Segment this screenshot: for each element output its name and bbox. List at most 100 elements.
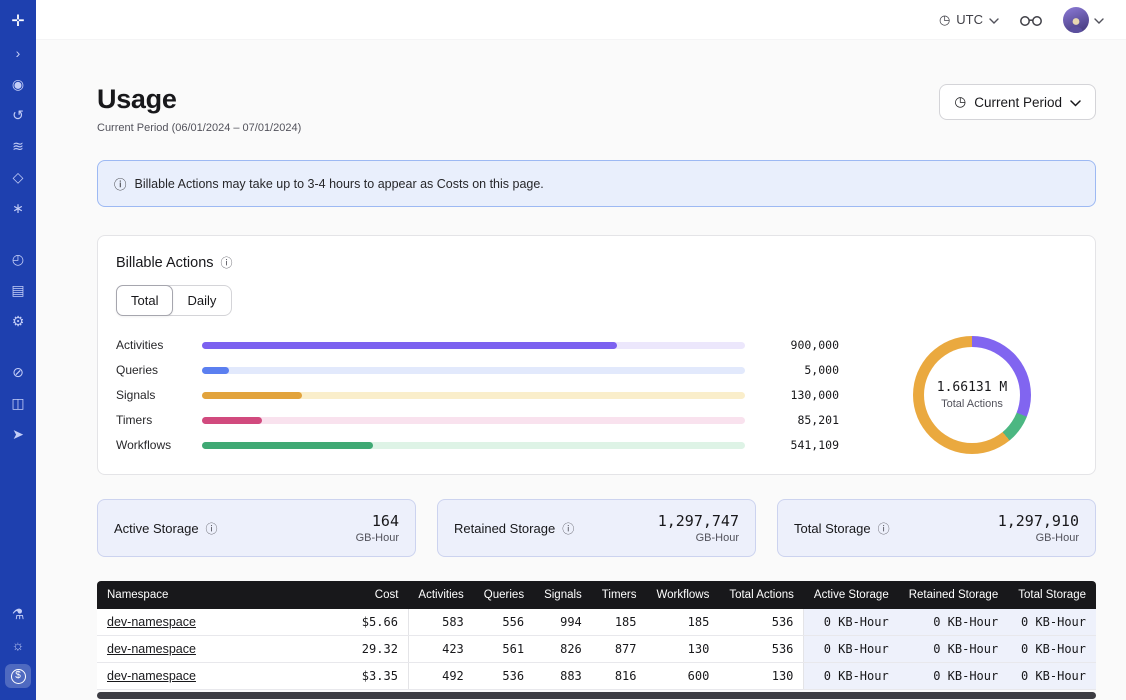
retained-storage-label: Retained Storage — [454, 521, 555, 536]
bar-row: Timers 85,201 — [116, 413, 839, 427]
history-icon[interactable]: ↺ — [5, 103, 31, 127]
table-cell: 561 — [474, 636, 534, 663]
active-storage-unit: GB-Hour — [356, 532, 399, 544]
table-cell: 185 — [592, 609, 647, 636]
namespace-usage-table: NamespaceCostActivitiesQueriesSignalsTim… — [97, 581, 1096, 690]
table-cell: 816 — [592, 663, 647, 690]
info-icon[interactable]: ⓘ — [562, 520, 574, 537]
table-cell: 826 — [534, 636, 592, 663]
namespace-link[interactable]: dev-namespace — [97, 636, 352, 663]
table-cell: 0 KB-Hour — [1008, 636, 1096, 663]
bar-chart: Activities 900,000 Queries5,000 Signals130,… — [116, 338, 839, 452]
table-cell: 130 — [647, 636, 720, 663]
chevron-down-icon — [1094, 11, 1104, 29]
table-cell: 0 KB-Hour — [899, 636, 1009, 663]
table-cell: 423 — [408, 636, 473, 663]
bar-track — [202, 392, 745, 399]
namespace-link[interactable]: dev-namespace — [97, 609, 352, 636]
table-row: dev-namespace29.324235618268771305360 KB… — [97, 636, 1096, 663]
retained-storage-value: 1,297,747 — [658, 512, 739, 530]
asterisk-icon[interactable]: ∗ — [5, 196, 31, 220]
target-icon[interactable]: ◉ — [5, 72, 31, 96]
info-icon[interactable]: ⓘ — [206, 520, 218, 537]
slash-circle-icon[interactable]: ⊘ — [5, 360, 31, 384]
table-cell: 0 KB-Hour — [1008, 663, 1096, 690]
retained-storage-unit: GB-Hour — [658, 532, 739, 544]
clock-icon: ◷ — [939, 12, 950, 28]
table-cell: 0 KB-Hour — [804, 609, 899, 636]
bar-track — [202, 442, 745, 449]
tab-total[interactable]: Total — [116, 285, 173, 316]
column-header: Active Storage — [804, 581, 899, 609]
glasses-icon[interactable] — [1019, 13, 1043, 27]
sun-icon[interactable]: ☼ — [5, 633, 31, 657]
info-banner: ⓘ Billable Actions may take up to 3-4 ho… — [97, 160, 1096, 207]
bar-value: 85,201 — [759, 413, 839, 427]
table-icon[interactable]: ▤ — [5, 278, 31, 302]
timezone-selector[interactable]: ◷ UTC — [939, 12, 999, 28]
donut-chart-area: 1.66131 M Total Actions — [867, 336, 1077, 454]
table-cell: 0 KB-Hour — [1008, 609, 1096, 636]
table-cell: $3.35 — [352, 663, 409, 690]
dollar-icon[interactable]: $ — [5, 664, 31, 688]
table-cell: 583 — [408, 609, 473, 636]
bar-label: Queries — [116, 363, 188, 377]
storage-stats-row: Active Storage ⓘ 164 GB-Hour Retained St… — [97, 499, 1096, 557]
bar-row: Activities 900,000 — [116, 338, 839, 352]
total-storage-value: 1,297,910 — [998, 512, 1079, 530]
donut-center: 1.66131 M Total Actions — [913, 336, 1031, 454]
card-title-row: Billable Actions ⓘ — [116, 254, 1077, 271]
bar-value: 900,000 — [759, 338, 839, 352]
sidebar: ✛ › ◉ ↺ ≋ ◇ ∗ ◴ ▤ ⚙ ⊘ ◫ ➤ ⚗ ☼ $ — [0, 0, 36, 700]
chevron-right-icon[interactable]: › — [5, 41, 31, 65]
table-scrollbar[interactable] — [97, 692, 1096, 699]
billable-actions-card: Billable Actions ⓘ TotalDaily Activities… — [97, 235, 1096, 475]
user-menu[interactable] — [1063, 7, 1104, 33]
logo-icon[interactable]: ✛ — [5, 10, 31, 34]
bar-label: Workflows — [116, 438, 188, 452]
cube-icon[interactable]: ◇ — [5, 165, 31, 189]
total-storage-label: Total Storage — [794, 521, 871, 536]
bar-row: Queries5,000 — [116, 363, 839, 377]
bar-label: Activities — [116, 338, 188, 352]
table-cell: 0 KB-Hour — [899, 663, 1009, 690]
table-cell: 994 — [534, 609, 592, 636]
timezone-label: UTC — [956, 12, 983, 27]
table-cell: 185 — [647, 609, 720, 636]
active-storage-card: Active Storage ⓘ 164 GB-Hour — [97, 499, 416, 557]
bar-value: 541,109 — [759, 438, 839, 452]
bar-label: Timers — [116, 413, 188, 427]
tab-daily[interactable]: Daily — [172, 286, 231, 315]
period-selector-button[interactable]: ◷ Current Period — [939, 84, 1096, 120]
table-cell: 130 — [719, 663, 804, 690]
bar-track — [202, 342, 745, 349]
chevron-down-icon — [1070, 95, 1081, 110]
bar-row: Workflows 541,109 — [116, 438, 839, 452]
namespace-link[interactable]: dev-namespace — [97, 663, 352, 690]
billable-actions-chart: Activities 900,000 Queries5,000 Signals130,… — [116, 336, 1077, 454]
column-header: Queries — [474, 581, 534, 609]
info-icon[interactable]: ⓘ — [878, 520, 890, 537]
gear-icon[interactable]: ⚙ — [5, 309, 31, 333]
flask-icon[interactable]: ⚗ — [5, 602, 31, 626]
column-header: Total Actions — [719, 581, 804, 609]
bar-row: Signals130,000 — [116, 388, 839, 402]
total-actions-donut: 1.66131 M Total Actions — [913, 336, 1031, 454]
bar-fill — [202, 417, 262, 424]
billable-actions-title: Billable Actions — [116, 255, 214, 271]
donut-subtitle: Total Actions — [941, 398, 1003, 410]
view-toggle: TotalDaily — [116, 285, 232, 316]
layers-icon[interactable]: ≋ — [5, 134, 31, 158]
topbar: ◷ UTC — [36, 0, 1126, 40]
table-cell: 556 — [474, 609, 534, 636]
active-storage-value: 164 — [356, 512, 399, 530]
book-icon[interactable]: ◫ — [5, 391, 31, 415]
globe-clock-icon[interactable]: ◴ — [5, 247, 31, 271]
donut-total-value: 1.66131 M — [937, 380, 1007, 395]
page-subtitle: Current Period (06/01/2024 – 07/01/2024) — [97, 122, 301, 134]
table-cell: 536 — [474, 663, 534, 690]
column-header: Workflows — [647, 581, 720, 609]
rocket-icon[interactable]: ➤ — [5, 422, 31, 446]
info-icon[interactable]: ⓘ — [221, 254, 233, 271]
page-header: Usage Current Period (06/01/2024 – 07/01… — [97, 84, 1096, 134]
